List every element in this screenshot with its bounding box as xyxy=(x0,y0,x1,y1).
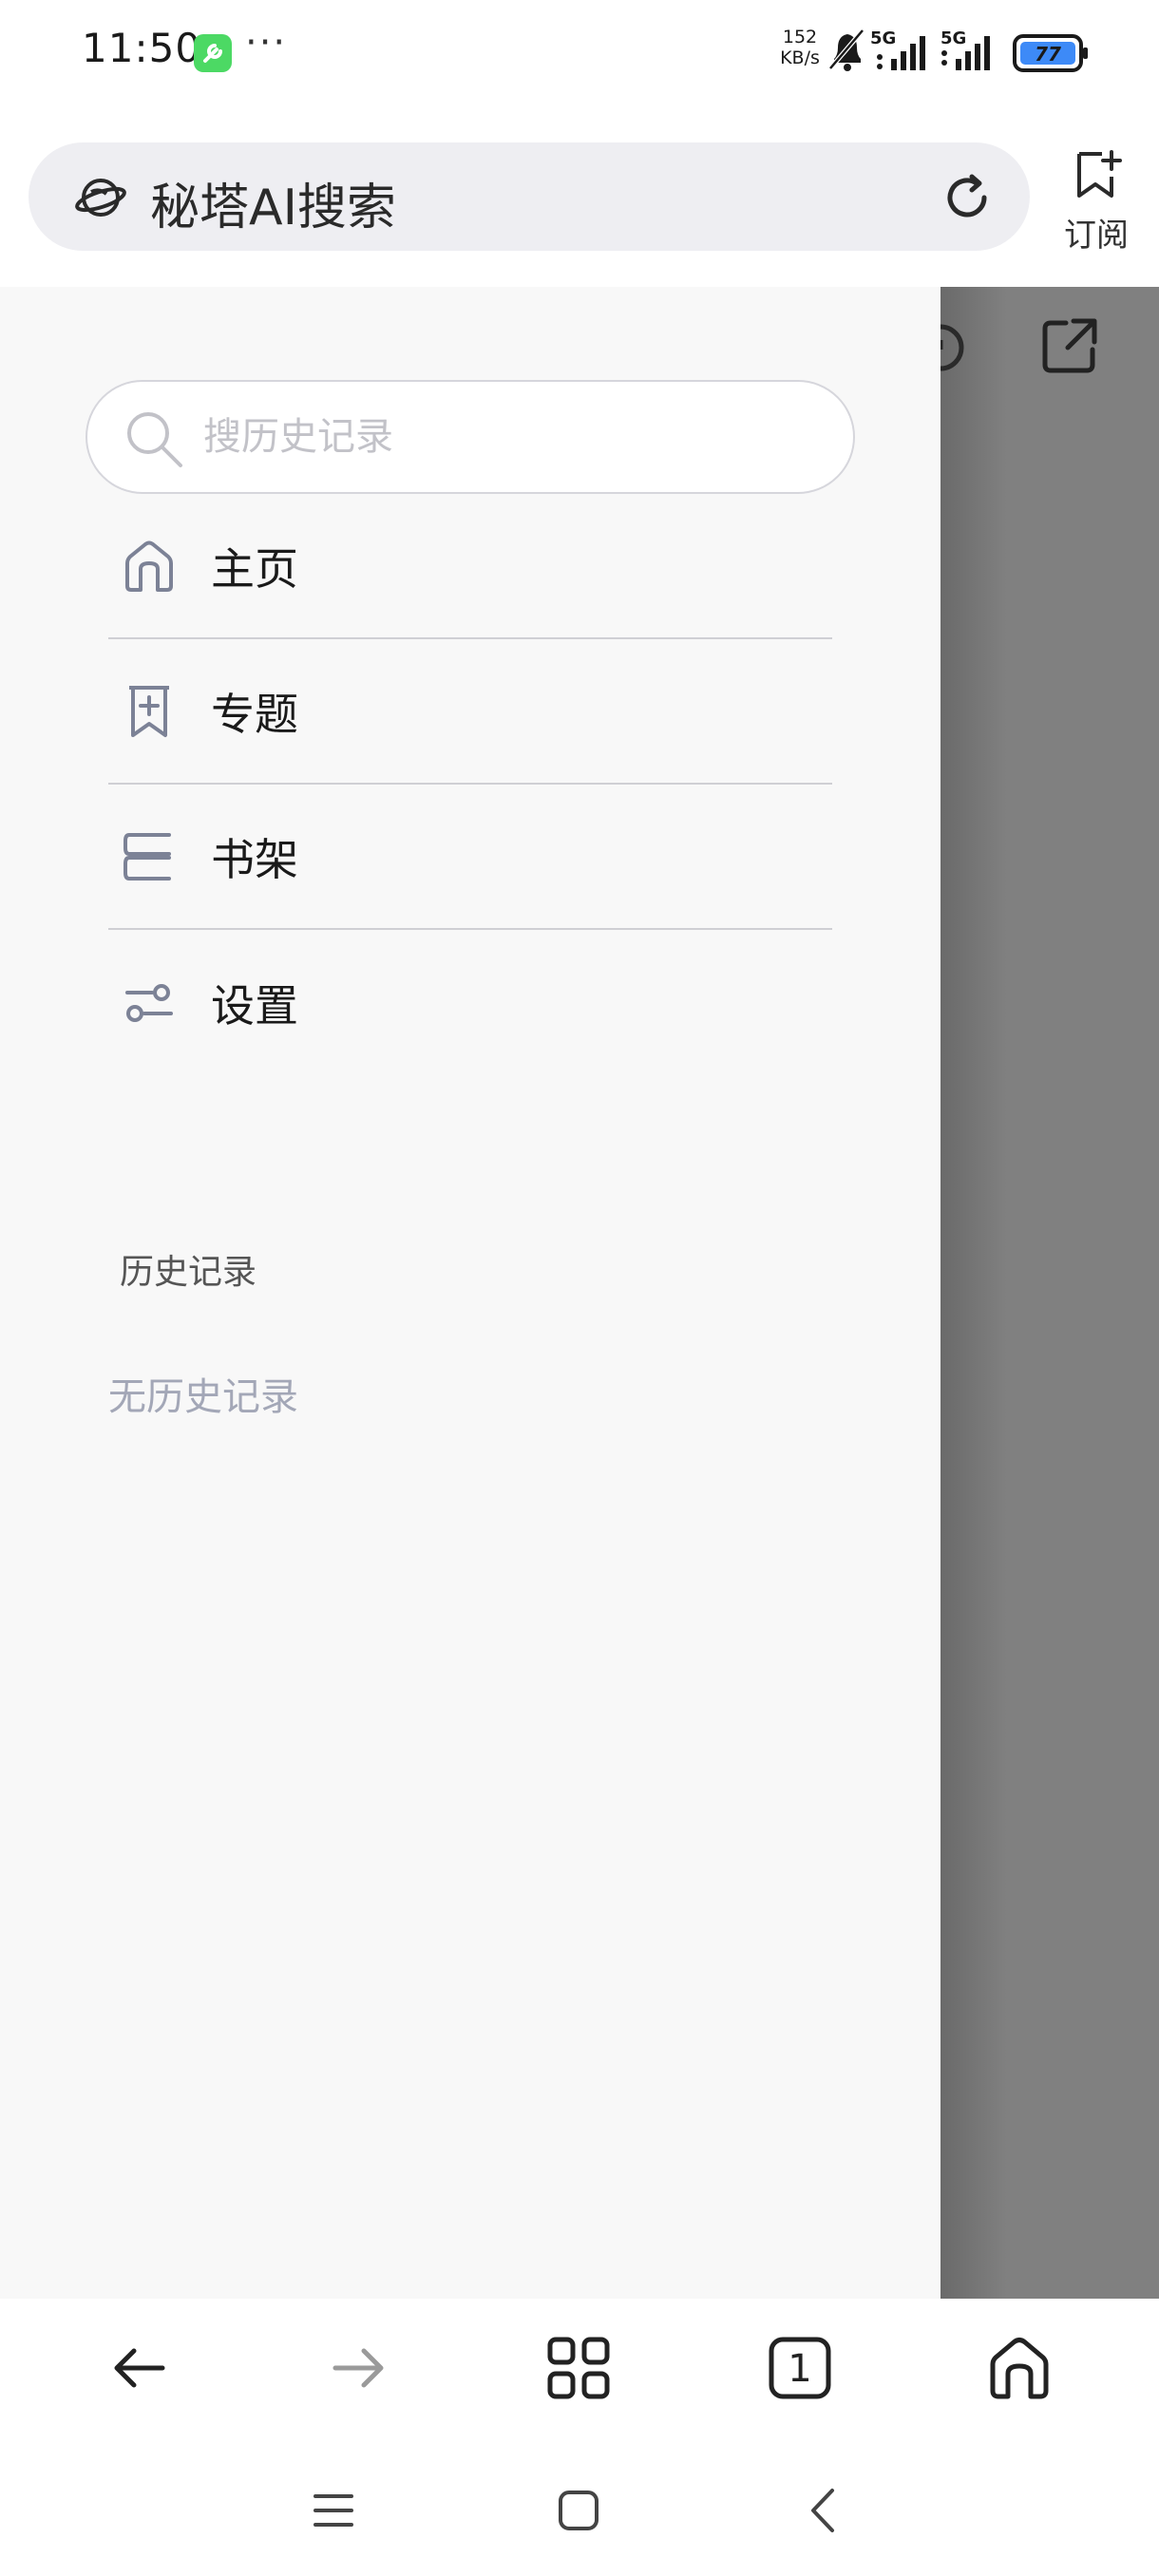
search-icon xyxy=(124,408,184,473)
status-bar: 11:50 ··· 152 KB/s 5G 5G 77 xyxy=(0,0,1159,104)
menu-item-settings[interactable]: 设置 xyxy=(108,930,832,1075)
recents-button[interactable] xyxy=(300,2477,367,2544)
system-back-button[interactable] xyxy=(790,2477,857,2544)
back-chevron-icon xyxy=(811,2489,834,2532)
bookmark-add-icon xyxy=(1077,150,1122,198)
signal-sim1-icon: 5G xyxy=(870,28,925,70)
history-search-box[interactable] xyxy=(86,380,855,494)
bookshelf-icon xyxy=(122,829,177,884)
network-speed-unit: KB/s xyxy=(780,47,820,68)
svg-text:5G: 5G xyxy=(940,28,966,48)
recents-icon xyxy=(314,2494,353,2527)
status-icons: 5G 5G 77 xyxy=(826,25,1112,85)
address-bar[interactable]: 秘塔AI搜索 xyxy=(28,142,1030,251)
battery-level: 77 xyxy=(1035,43,1061,66)
history-search-input[interactable] xyxy=(203,403,811,471)
back-arrow-icon xyxy=(114,2348,165,2388)
home-button[interactable] xyxy=(977,2325,1062,2411)
menu-button[interactable] xyxy=(536,2325,621,2411)
menu-item-label: 专题 xyxy=(211,688,298,740)
network-speed: 152 KB/s xyxy=(779,27,821,68)
menu-item-topics[interactable]: 专题 xyxy=(108,639,832,785)
history-section-title: 历史记录 xyxy=(120,1253,257,1292)
svg-text:5G: 5G xyxy=(870,28,896,48)
mute-bell-icon xyxy=(828,28,864,71)
site-logo-icon xyxy=(74,171,127,228)
side-drawer: 主页 专题 书架 xyxy=(0,287,940,2299)
settings-sliders-icon xyxy=(122,975,177,1031)
network-speed-value: 152 xyxy=(782,27,818,47)
more-notifications-icon: ··· xyxy=(245,21,288,65)
signal-sim2-icon: 5G xyxy=(940,28,990,70)
grid-menu-icon xyxy=(547,2337,610,2399)
forward-button[interactable] xyxy=(315,2325,401,2411)
tabs-icon: 1 xyxy=(769,2337,831,2399)
back-button[interactable] xyxy=(97,2325,182,2411)
menu-item-label: 主页 xyxy=(211,542,298,595)
home-icon xyxy=(122,539,177,594)
reload-icon[interactable] xyxy=(940,169,998,230)
menu-item-label: 书架 xyxy=(211,833,298,885)
menu-item-bookshelf[interactable]: 书架 xyxy=(108,785,832,930)
tab-count: 1 xyxy=(788,2347,811,2391)
history-empty-text: 无历史记录 xyxy=(108,1375,298,1419)
app-notification-icon xyxy=(194,34,232,72)
forward-arrow-icon xyxy=(332,2348,384,2388)
bookmark-plus-icon xyxy=(122,684,177,739)
drawer-shadow xyxy=(940,287,1007,2299)
subscribe-button[interactable]: 订阅 xyxy=(1053,148,1140,256)
system-home-button[interactable] xyxy=(545,2477,612,2544)
address-title: 秘塔AI搜索 xyxy=(150,180,396,237)
subscribe-label: 订阅 xyxy=(1064,217,1129,255)
battery-icon: 77 xyxy=(1013,34,1088,72)
open-external-icon[interactable] xyxy=(1039,315,1100,380)
home-square-icon xyxy=(559,2491,598,2530)
browser-toolbar: 1 xyxy=(0,2299,1159,2432)
menu-item-label: 设置 xyxy=(211,979,298,1032)
status-time: 11:50 xyxy=(82,25,202,71)
home-icon xyxy=(990,2338,1049,2399)
system-nav-bar xyxy=(0,2432,1159,2576)
drawer-menu: 主页 专题 书架 设置 xyxy=(108,494,832,1075)
menu-item-home[interactable]: 主页 xyxy=(108,494,832,639)
tabs-button[interactable]: 1 xyxy=(757,2325,843,2411)
